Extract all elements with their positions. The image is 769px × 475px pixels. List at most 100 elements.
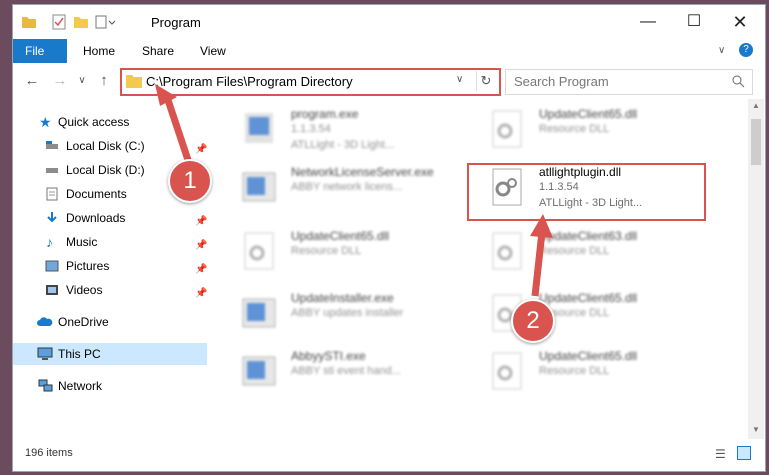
sidebar-item-label: Documents	[66, 187, 127, 201]
search-placeholder: Search Program	[514, 74, 609, 89]
forward-arrow-icon[interactable]: →	[51, 72, 69, 90]
navigation-pane: ★ Quick access Local Disk (C:) 📌 Local D…	[13, 99, 207, 439]
address-path: C:\Program Files\Program Directory	[146, 74, 353, 89]
music-icon: ♪	[46, 234, 53, 250]
address-dropdown-icon[interactable]: ∨	[456, 74, 463, 85]
file-item[interactable]: UpdateClient63.dll Resource DLL	[481, 225, 711, 281]
pin-icon: 📌	[195, 264, 208, 275]
sidebar-item-label: Videos	[66, 283, 103, 297]
file-description: ATLLight - 3D Light...	[291, 139, 395, 151]
file-name: AbbyySTI.exe	[291, 349, 366, 363]
file-version: Resource DLL	[539, 245, 610, 257]
file-name: UpdateClient65.dll	[539, 107, 638, 121]
sidebar-item-videos[interactable]: Videos 📌	[13, 279, 207, 301]
scrollbar-thumb[interactable]	[751, 119, 761, 165]
sidebar-item-label: Music	[66, 235, 98, 249]
large-icons-view-icon[interactable]	[737, 446, 751, 460]
network-icon	[38, 379, 53, 392]
pin-icon: 📌	[195, 144, 208, 155]
file-version: ABBY sti event hand...	[291, 365, 401, 377]
new-folder-icon[interactable]	[73, 14, 89, 30]
file-name: UpdateInstaller.exe	[291, 291, 394, 305]
sidebar-item-label: OneDrive	[58, 315, 109, 329]
drive-icon	[46, 141, 58, 149]
highlight-target-file	[467, 163, 706, 221]
dll-gear-icon	[244, 232, 274, 270]
window-title: Program	[151, 15, 201, 30]
file-item[interactable]: UpdateInstaller.exe ABBY updates install…	[233, 287, 463, 343]
file-item[interactable]: AbbyySTI.exe ABBY sti event hand...	[233, 345, 463, 401]
refresh-icon[interactable]: ↻	[476, 71, 495, 91]
tab-view[interactable]: View	[188, 39, 238, 63]
step-1-badge: 1	[168, 159, 212, 203]
file-item[interactable]: UpdateClient65.dll Resource DLL	[481, 103, 711, 159]
file-list: program.exe 1.1.3.54 ATLLight - 3D Light…	[225, 99, 745, 439]
sidebar-item-this-pc[interactable]: This PC	[13, 343, 207, 365]
computer-icon	[37, 347, 53, 360]
scroll-down-icon[interactable]: ▼	[752, 425, 760, 434]
file-version: Resource DLL	[539, 365, 610, 377]
scroll-up-icon[interactable]: ▲	[752, 101, 760, 110]
sidebar-item-music[interactable]: ♪ Music 📌	[13, 231, 207, 253]
file-name: UpdateClient65.dll	[291, 229, 390, 243]
exe-file-icon	[242, 172, 276, 202]
exe-file-icon	[242, 356, 276, 386]
tab-share[interactable]: Share	[130, 39, 186, 63]
file-item[interactable]: UpdateClient65.dll Resource DLL	[233, 225, 463, 281]
file-name: UpdateClient65.dll	[539, 349, 638, 363]
recent-locations-icon[interactable]: ∨	[73, 72, 91, 90]
exe-file-icon	[242, 298, 276, 328]
file-version: ABBY updates installer	[291, 307, 404, 319]
folder-icon	[126, 75, 142, 88]
search-input[interactable]: Search Program	[505, 69, 753, 95]
item-count: 196 items	[25, 447, 73, 459]
sidebar-item-label: This PC	[58, 347, 101, 361]
address-bar[interactable]: C:\Program Files\Program Directory ∨ ↻	[120, 68, 501, 96]
sidebar-item-downloads[interactable]: Downloads 📌	[13, 207, 207, 229]
pictures-icon	[45, 260, 59, 272]
file-name: NetworkLicenseServer.exe	[291, 165, 434, 179]
documents-icon	[46, 187, 58, 201]
pin-icon: 📌	[195, 216, 208, 227]
sidebar-item-local-disk-c[interactable]: Local Disk (C:) 📌	[13, 135, 207, 157]
address-row: ← → ∨ ↑ C:\Program Files\Program Directo…	[13, 63, 765, 99]
tab-file[interactable]: File	[13, 39, 67, 63]
sidebar-item-network[interactable]: Network	[13, 375, 207, 397]
file-version: 1.1.3.54	[291, 123, 331, 135]
sidebar-item-onedrive[interactable]: OneDrive	[13, 311, 207, 333]
vertical-scrollbar[interactable]: ▲ ▼	[748, 99, 764, 439]
pin-icon: 📌	[195, 288, 208, 299]
file-name: program.exe	[291, 107, 359, 121]
minimize-button[interactable]: —	[625, 5, 671, 39]
sidebar-item-label: Pictures	[66, 259, 110, 273]
close-button[interactable]: ✕	[717, 5, 763, 39]
file-item[interactable]: program.exe 1.1.3.54 ATLLight - 3D Light…	[233, 103, 463, 159]
dll-gear-icon	[492, 232, 522, 270]
customize-toolbar-icon[interactable]	[95, 14, 117, 30]
cloud-icon	[37, 317, 53, 326]
pin-icon: 📌	[195, 240, 208, 251]
step-2-badge: 2	[511, 299, 555, 343]
file-item[interactable]: UpdateClient65.dll Resource DLL	[481, 345, 711, 401]
file-name: UpdateClient63.dll	[539, 229, 638, 243]
explorer-window: Program — ☐ ✕ File Home Share View ∨ ? ←…	[12, 4, 766, 472]
expand-ribbon-icon[interactable]: ∨	[718, 45, 725, 56]
status-bar: 196 items ☰	[13, 439, 765, 471]
file-item[interactable]: NetworkLicenseServer.exe ABBY network li…	[233, 161, 463, 217]
sidebar-item-quick-access[interactable]: ★ Quick access	[13, 111, 207, 133]
sidebar-item-label: Network	[58, 379, 103, 393]
back-arrow-icon[interactable]: ←	[23, 72, 41, 90]
maximize-button[interactable]: ☐	[671, 5, 717, 39]
tab-home[interactable]: Home	[71, 39, 127, 63]
sidebar-item-pictures[interactable]: Pictures 📌	[13, 255, 207, 277]
details-view-icon[interactable]: ☰	[715, 447, 726, 461]
up-arrow-icon[interactable]: ↑	[95, 72, 113, 90]
videos-icon	[46, 285, 58, 295]
search-icon	[732, 75, 745, 88]
drive-icon	[46, 168, 58, 173]
help-icon[interactable]: ?	[739, 43, 753, 57]
sidebar-item-label: Downloads	[66, 211, 126, 225]
file-version: ABBY network licens...	[291, 181, 403, 193]
properties-icon[interactable]	[51, 14, 67, 30]
file-version: Resource DLL	[539, 123, 610, 135]
